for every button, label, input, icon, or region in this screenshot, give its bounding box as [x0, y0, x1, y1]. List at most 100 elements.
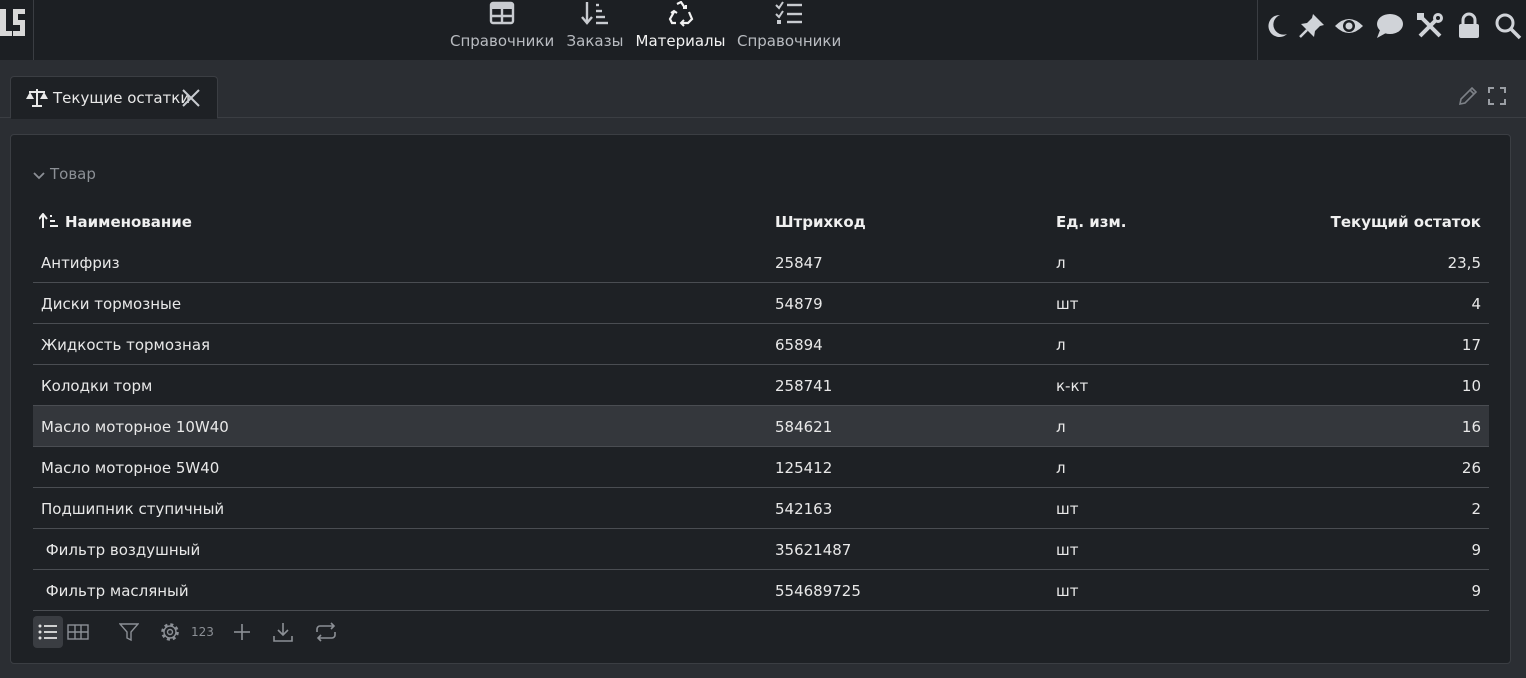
cell-barcode: 125412	[775, 459, 833, 477]
nav-label: Материалы	[635, 32, 726, 50]
cell-stock: 9	[1471, 582, 1481, 600]
pencil-icon[interactable]	[1458, 86, 1478, 110]
cell-stock: 26	[1461, 459, 1481, 477]
table-row[interactable]: Антифриз 25847 л 23,5	[33, 242, 1489, 283]
table-row[interactable]: Диски тормозные 54879 шт 4	[33, 283, 1489, 324]
list-view-button[interactable]	[33, 616, 63, 648]
table-row[interactable]: Масло моторное 5W40 125412 л 26	[33, 447, 1489, 488]
grid-view-button[interactable]	[65, 616, 91, 648]
cell-unit: шт	[1056, 582, 1079, 600]
cell-stock: 4	[1471, 295, 1481, 313]
plus-icon	[234, 624, 250, 640]
cell-name: Антифриз	[41, 254, 120, 272]
cell-barcode: 584621	[775, 418, 833, 436]
scales-icon	[26, 88, 48, 112]
settings-button[interactable]	[157, 616, 183, 648]
table-row-highlighted[interactable]: Масло моторное 10W40 584621 л 16	[33, 406, 1489, 447]
column-header-stock[interactable]: Текущий остаток	[1331, 213, 1481, 231]
nav-materials[interactable]: Материалы	[634, 0, 727, 60]
cell-unit: к-кт	[1056, 377, 1089, 395]
cell-name: Жидкость тормозная	[41, 336, 211, 354]
cell-stock: 17	[1461, 336, 1481, 354]
cell-name: Колодки торм	[41, 377, 153, 395]
cell-unit: л	[1056, 336, 1066, 354]
table-row[interactable]: Фильтр воздушный 35621487 шт 9	[33, 529, 1489, 570]
recycle-icon	[668, 0, 694, 31]
tab-label: Текущие остатки	[53, 89, 191, 107]
tab-strip-line	[0, 117, 1526, 118]
table-row[interactable]: Фильтр масляный 554689725 шт 9	[33, 570, 1489, 611]
cell-barcode: 258741	[775, 377, 833, 395]
grid-icon	[67, 624, 89, 640]
cell-barcode: 554689725	[775, 582, 861, 600]
filter-icon	[119, 623, 139, 642]
chevron-down-icon	[33, 168, 45, 186]
cell-stock: 16	[1461, 418, 1481, 436]
pin-icon[interactable]	[1298, 12, 1326, 44]
column-header-barcode[interactable]: Штрихкод	[775, 213, 866, 231]
cell-barcode: 65894	[775, 336, 823, 354]
download-icon	[273, 623, 293, 642]
tab-active-indicator	[11, 116, 217, 119]
table-row[interactable]: Колодки торм 258741 к-кт 10	[33, 365, 1489, 406]
tab-current-stock[interactable]: Текущие остатки	[10, 76, 218, 118]
cell-stock: 23,5	[1447, 254, 1481, 272]
cell-unit: шт	[1056, 541, 1079, 559]
cell-name: Масло моторное 10W40	[41, 418, 229, 436]
cell-barcode: 25847	[775, 254, 823, 272]
content-panel: Товар Наименование Штрихкод Ед. изм. Тек…	[10, 134, 1511, 664]
cell-barcode: 35621487	[775, 541, 852, 559]
logo-icon	[0, 9, 25, 36]
refresh-button[interactable]	[313, 616, 339, 648]
row-count-toggle[interactable]: 123	[191, 625, 214, 639]
download-button[interactable]	[271, 616, 295, 648]
cell-name: Фильтр масляный	[41, 582, 189, 600]
nav-directories-2[interactable]: Справочники	[737, 0, 841, 60]
cell-name: Масло моторное 5W40	[41, 459, 220, 477]
checklist-icon	[775, 1, 803, 29]
nav-label: Справочники	[737, 32, 842, 50]
cell-barcode: 542163	[775, 500, 833, 518]
top-bar: Справочники Заказы Материалы Справочники	[0, 0, 1526, 60]
cell-stock: 2	[1471, 500, 1481, 518]
cell-unit: шт	[1056, 500, 1079, 518]
repeat-icon	[316, 622, 336, 642]
filter-button[interactable]	[117, 616, 141, 648]
list-icon	[38, 624, 57, 640]
cell-unit: л	[1056, 418, 1066, 436]
column-header-name[interactable]: Наименование	[65, 213, 192, 231]
cell-name: Подшипник ступичный	[41, 500, 225, 518]
sort-list-icon	[581, 1, 609, 29]
cell-unit: шт	[1056, 295, 1079, 313]
close-icon[interactable]	[181, 88, 201, 112]
table-row[interactable]: Подшипник ступичный 542163 шт 2	[33, 488, 1489, 529]
group-label: Товар	[50, 165, 96, 183]
lock-icon[interactable]	[1456, 12, 1482, 44]
cell-unit: л	[1056, 254, 1066, 272]
nav-label: Заказы	[566, 32, 624, 50]
add-button[interactable]	[231, 616, 253, 648]
search-icon[interactable]	[1494, 12, 1522, 44]
fullscreen-icon[interactable]	[1488, 87, 1506, 109]
chat-icon[interactable]	[1376, 12, 1404, 44]
bottom-toolbar: 123	[33, 616, 433, 648]
cell-barcode: 54879	[775, 295, 823, 313]
table-icon	[489, 1, 515, 29]
table-header: Наименование Штрихкод Ед. изм. Текущий о…	[33, 207, 1489, 237]
nav-label: Справочники	[450, 32, 555, 50]
app-logo[interactable]	[0, 0, 34, 60]
column-header-unit[interactable]: Ед. изм.	[1056, 213, 1126, 231]
sort-ascending-icon[interactable]	[38, 212, 59, 233]
cell-name: Диски тормозные	[41, 295, 182, 313]
nav-directories[interactable]: Справочники	[450, 0, 554, 60]
cell-stock: 9	[1471, 541, 1481, 559]
tools-icon[interactable]	[1416, 12, 1444, 44]
cell-unit: л	[1056, 459, 1066, 477]
toolbar-divider	[1257, 0, 1258, 60]
table-row[interactable]: Жидкость тормозная 65894 л 17	[33, 324, 1489, 365]
cell-name: Фильтр воздушный	[41, 541, 201, 559]
gear-icon	[161, 623, 179, 641]
moon-icon[interactable]	[1265, 12, 1289, 44]
eye-icon[interactable]	[1334, 12, 1364, 44]
nav-orders[interactable]: Заказы	[564, 0, 626, 60]
